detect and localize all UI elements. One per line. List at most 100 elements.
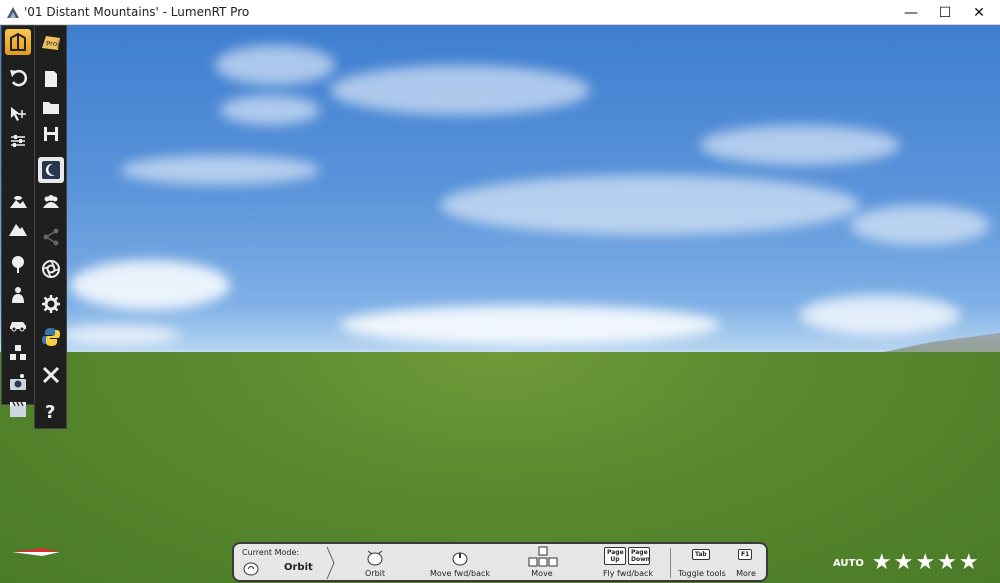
movie-button[interactable] bbox=[5, 399, 31, 419]
night-mode-icon bbox=[42, 161, 60, 179]
close-icon: ✕ bbox=[973, 4, 985, 21]
app-icon bbox=[7, 7, 19, 18]
auto-quality-label: AUTO bbox=[833, 557, 864, 569]
svg-text:?: ? bbox=[45, 402, 55, 421]
cloud bbox=[340, 305, 720, 345]
help-icon: ? bbox=[45, 402, 55, 421]
scene-mode-button[interactable] bbox=[5, 29, 31, 55]
more-hint: F1 More bbox=[732, 544, 760, 580]
cloud bbox=[800, 295, 960, 335]
move-fwd-back-label: Move fwd/back bbox=[430, 569, 490, 578]
cloud bbox=[215, 45, 335, 85]
orbit-hint: Orbit bbox=[340, 544, 410, 580]
adjust-button[interactable] bbox=[5, 128, 31, 154]
cloud bbox=[330, 65, 590, 115]
title-bar: '01 Distant Mountains' - LumenRT Pro — ☐… bbox=[0, 0, 1000, 25]
toggle-tools-label: Toggle tools bbox=[678, 569, 726, 578]
star-icon[interactable]: ★ bbox=[872, 552, 892, 574]
right-toolbar: Proj ? bbox=[34, 25, 67, 429]
current-mode-label: Current Mode: bbox=[242, 548, 300, 557]
current-mode-panel: Current Mode: Orbit bbox=[238, 544, 328, 580]
car-icon bbox=[10, 322, 26, 332]
cloud bbox=[120, 155, 320, 185]
star-icon[interactable]: ★ bbox=[937, 552, 957, 574]
move-label: Move bbox=[531, 569, 553, 578]
help-bar-separator bbox=[670, 548, 671, 578]
open-folder-icon bbox=[43, 102, 59, 114]
mouse-orbit-icon bbox=[367, 550, 383, 566]
terrain-button[interactable] bbox=[5, 216, 31, 242]
page-up-key: Page Up bbox=[604, 547, 626, 565]
open-file-button[interactable] bbox=[38, 94, 64, 120]
python-button[interactable] bbox=[38, 324, 64, 350]
orbit-label: Orbit bbox=[364, 569, 386, 578]
svg-text:Proj: Proj bbox=[46, 40, 59, 48]
fly-fwd-back-label: Fly fwd/back bbox=[602, 569, 654, 578]
snapshot-button[interactable] bbox=[5, 370, 31, 396]
chevron-divider-icon bbox=[326, 546, 335, 580]
camera-icon bbox=[10, 374, 26, 390]
scene-viewport[interactable] bbox=[0, 25, 1000, 583]
sky-button[interactable] bbox=[5, 189, 31, 215]
new-file-icon bbox=[45, 71, 57, 87]
hand-orbit-icon bbox=[243, 562, 259, 576]
help-button[interactable]: ? bbox=[38, 398, 64, 424]
settings-button[interactable] bbox=[38, 291, 64, 317]
more-label: More bbox=[736, 569, 756, 578]
left-toolbar bbox=[1, 25, 35, 417]
proj-logo-icon: Proj bbox=[42, 36, 60, 50]
scene-mode-icon bbox=[10, 32, 26, 51]
people-icon bbox=[43, 195, 59, 208]
plants-button[interactable] bbox=[5, 252, 31, 278]
quality-rating[interactable]: AUTO ★ ★ ★ ★ ★ bbox=[833, 552, 981, 574]
maximize-icon: ☐ bbox=[938, 4, 952, 21]
aperture-button[interactable] bbox=[38, 256, 64, 282]
undo-button[interactable] bbox=[5, 64, 31, 90]
people-button[interactable] bbox=[38, 189, 64, 215]
move-hint: Move bbox=[514, 544, 570, 580]
close-tools-button[interactable] bbox=[38, 362, 64, 388]
tree-icon bbox=[12, 256, 24, 273]
star-icon[interactable]: ★ bbox=[894, 552, 914, 574]
minimize-icon: — bbox=[904, 4, 918, 21]
tab-key: Tab bbox=[692, 549, 710, 560]
move-fwd-back-hint: Move fwd/back bbox=[420, 544, 500, 580]
project-logo-button[interactable]: Proj bbox=[38, 29, 64, 55]
move-icon bbox=[11, 107, 26, 121]
night-mode-button[interactable] bbox=[38, 157, 64, 183]
objects-button[interactable] bbox=[5, 340, 31, 366]
compass-indicator bbox=[12, 548, 60, 556]
characters-button[interactable] bbox=[5, 282, 31, 308]
close-x-icon bbox=[42, 366, 60, 384]
adjust-sliders-icon bbox=[11, 135, 25, 147]
fly-fwd-back-hint: Page Up Page Down Fly fwd/back bbox=[592, 544, 664, 580]
move-button[interactable] bbox=[5, 101, 31, 127]
arrow-keys-icon bbox=[528, 546, 558, 567]
mountain-icon bbox=[9, 224, 27, 236]
settings-gear-icon bbox=[42, 295, 60, 313]
share-button[interactable] bbox=[38, 224, 64, 250]
close-button[interactable]: ✕ bbox=[956, 0, 1000, 25]
star-icon[interactable]: ★ bbox=[959, 552, 979, 574]
star-icon[interactable]: ★ bbox=[915, 552, 935, 574]
python-icon bbox=[42, 328, 60, 346]
page-down-key: Page Down bbox=[628, 547, 650, 565]
new-file-button[interactable] bbox=[38, 66, 64, 92]
cloud bbox=[60, 325, 180, 345]
save-icon bbox=[44, 127, 58, 141]
cloud bbox=[850, 205, 990, 245]
undo-icon bbox=[10, 69, 28, 87]
cloud-mountain-icon bbox=[10, 196, 27, 208]
toggle-tools-hint: Tab Toggle tools bbox=[674, 544, 730, 580]
current-mode-value: Orbit bbox=[284, 562, 313, 573]
mouse-scroll-icon bbox=[452, 552, 468, 566]
save-button[interactable] bbox=[38, 121, 64, 147]
vehicles-button[interactable] bbox=[5, 311, 31, 337]
cloud bbox=[440, 175, 860, 235]
aperture-icon bbox=[42, 260, 60, 278]
navigation-help-bar: Current Mode: Orbit Orbit Move fwd/back … bbox=[232, 542, 768, 582]
share-icon bbox=[43, 228, 59, 246]
cloud bbox=[70, 260, 230, 310]
clapper-icon bbox=[10, 401, 26, 417]
f1-key: F1 bbox=[738, 549, 753, 560]
